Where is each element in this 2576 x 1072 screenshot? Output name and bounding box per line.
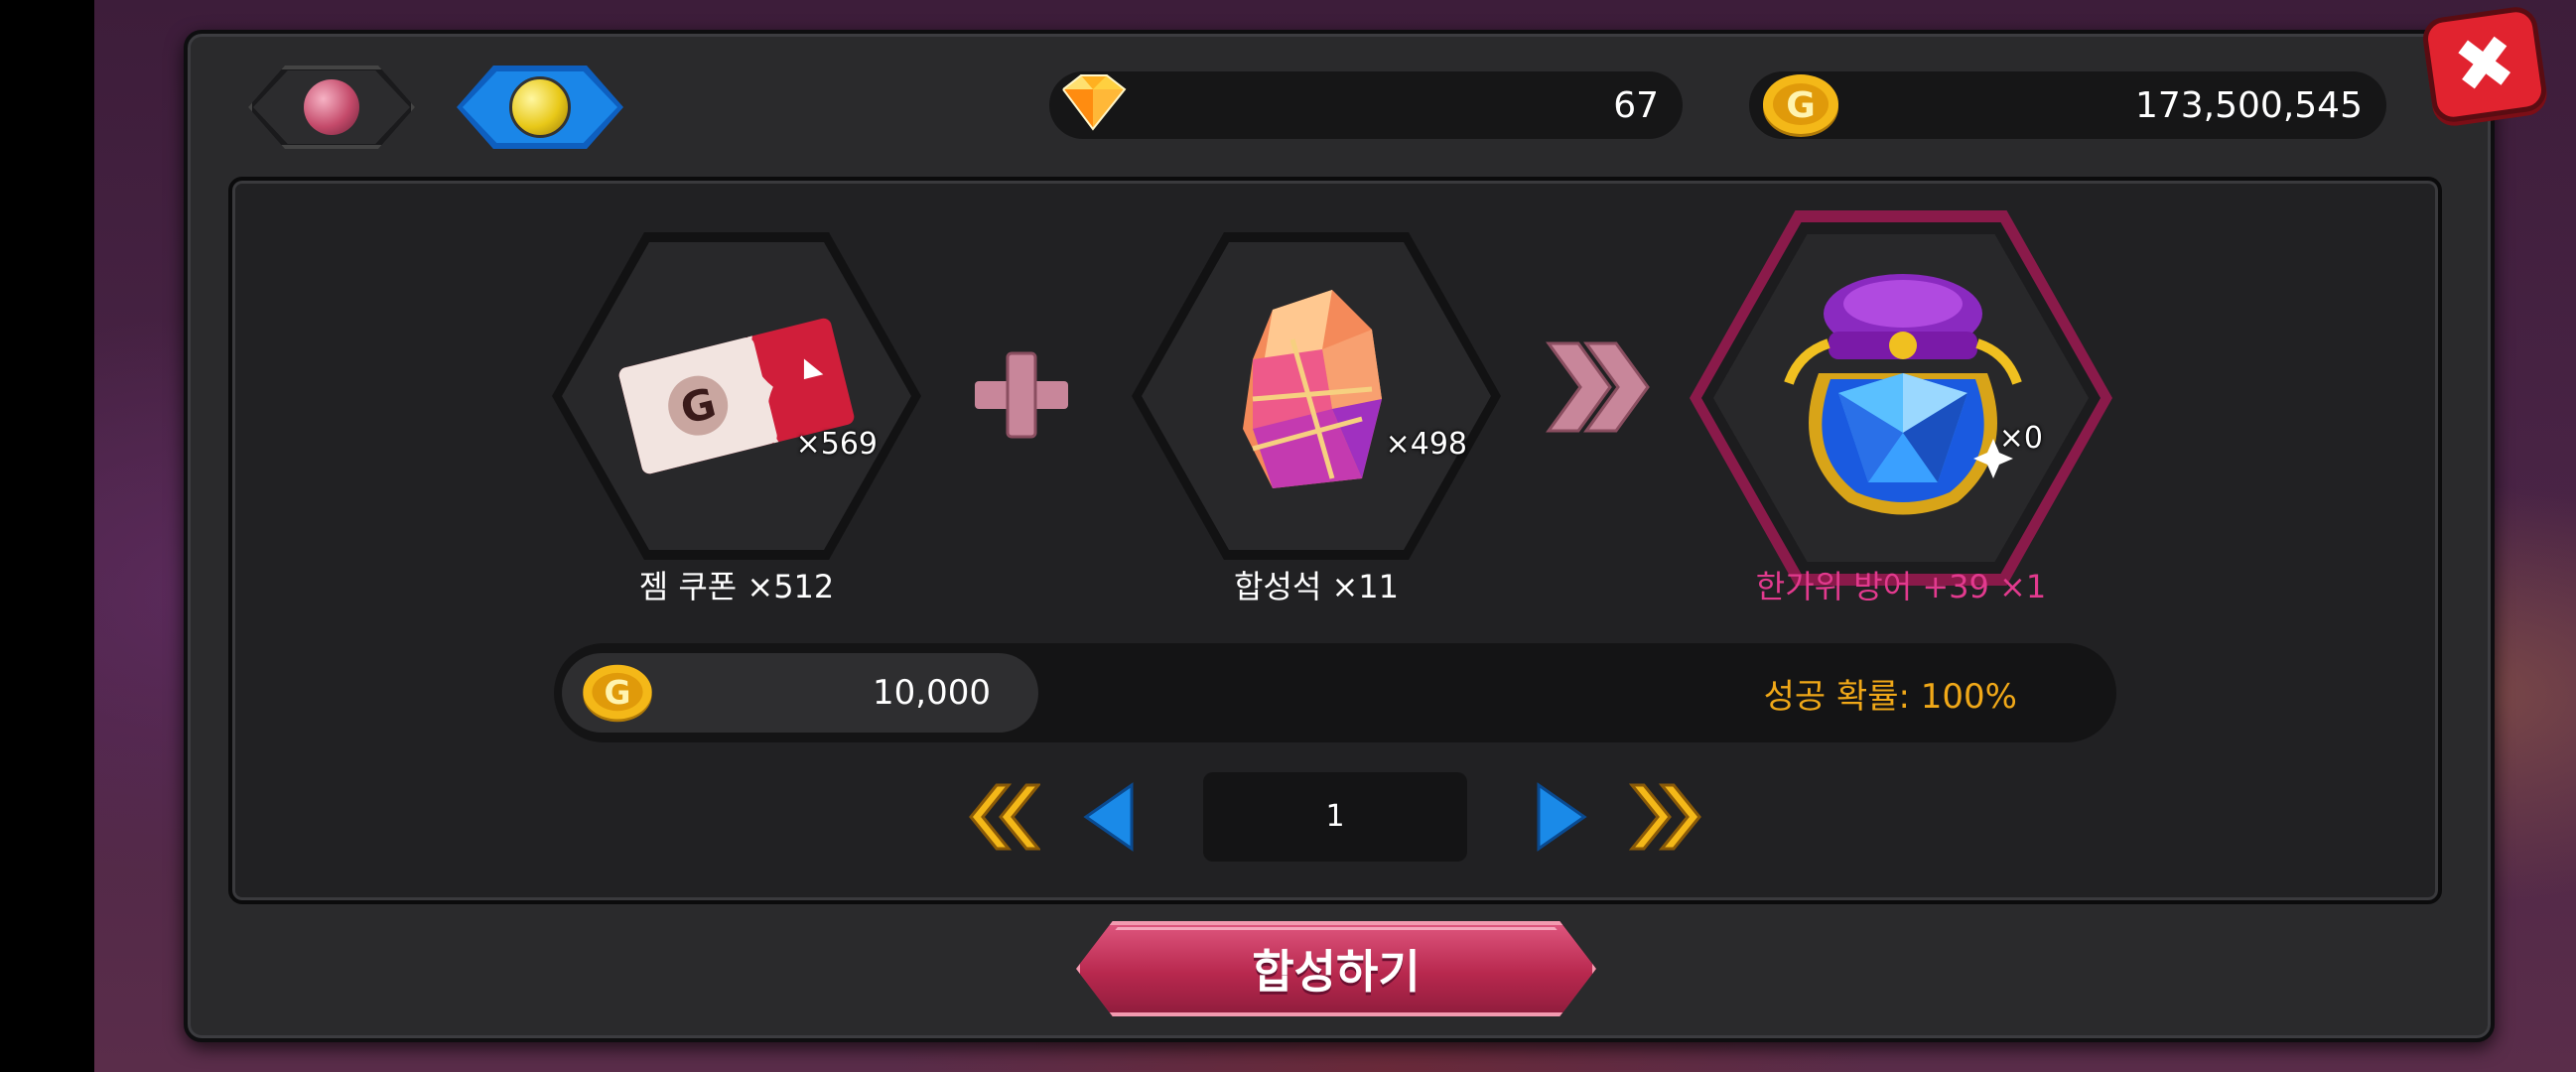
svg-text:G: G <box>1786 85 1816 126</box>
ingredient-1-label: 젬 쿠폰 ×512 <box>638 568 835 605</box>
last-page-button[interactable] <box>1628 779 1707 855</box>
result-count: ×0 <box>1998 421 2043 456</box>
gem-ore-icon <box>304 79 359 135</box>
first-page-button[interactable] <box>961 779 1040 855</box>
synthesize-button-label: 합성하기 <box>1252 945 1421 999</box>
success-rate: 성공 확률: 100% <box>1763 677 2017 717</box>
cost-value: 10,000 <box>873 673 991 713</box>
cost-pill: G 10,000 <box>562 653 1038 733</box>
ingredient-2-label: 합성석 ×11 <box>1233 568 1400 605</box>
close-icon: ✖ <box>2448 18 2521 111</box>
ingredient-2-count: ×498 <box>1385 427 1467 462</box>
defense-pouch-icon <box>1784 274 2022 515</box>
gold-coin-icon: G <box>1763 74 1838 137</box>
gem-count: 67 <box>1613 85 1659 126</box>
gold-coin-icon: G <box>583 664 652 723</box>
next-page-button[interactable] <box>1519 779 1598 855</box>
gold-coupon-icon: G <box>618 318 855 474</box>
cost-bar: G 10,000 성공 확률: 100% <box>554 643 2116 742</box>
potion-icon <box>509 76 571 138</box>
result-arrow-icon <box>1546 341 1650 433</box>
gold-currency-bar: G 173,500,545 <box>1749 71 2386 139</box>
synthesis-stone-icon <box>1243 290 1382 488</box>
gold-count: 173,500,545 <box>2134 85 2363 126</box>
synthesize-button[interactable]: 합성하기 <box>1076 921 1596 1016</box>
plus-icon <box>975 351 1068 439</box>
svg-text:G: G <box>605 673 631 712</box>
result-label: 한가위 방어 +39 ×1 <box>1755 568 2047 605</box>
close-button[interactable]: ✖ <box>2420 4 2549 125</box>
prev-page-button[interactable] <box>1072 779 1152 855</box>
diamond-icon <box>1062 74 1127 131</box>
gem-currency-bar: 67 <box>1049 71 1683 139</box>
page-indicator: 1 <box>1203 772 1467 862</box>
ingredient-1-count: ×569 <box>795 427 878 462</box>
